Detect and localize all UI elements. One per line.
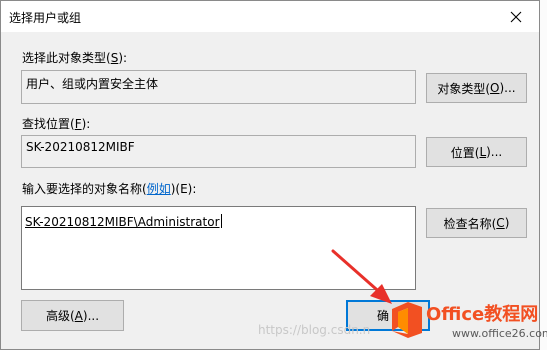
office-logo: Office教程网 www.office26.com xyxy=(388,294,547,350)
office-icon xyxy=(392,302,422,338)
watermark-text: https://blog.csdn.n xyxy=(258,323,371,337)
logo-url: www.office26.com xyxy=(452,327,547,340)
logo-brand: Office教程网 xyxy=(426,304,539,325)
